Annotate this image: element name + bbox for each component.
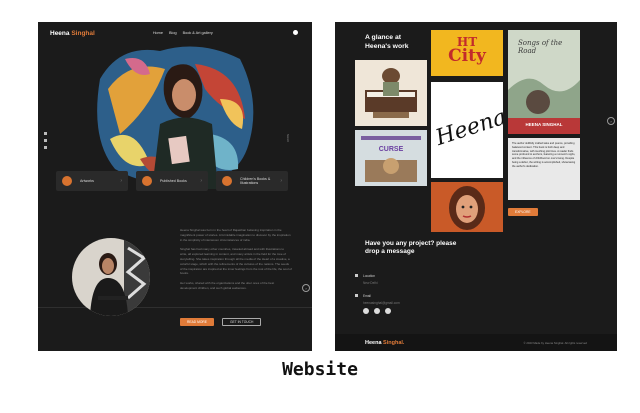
childrens-thumbnail (222, 176, 232, 186)
ht-city-feature[interactable]: HT City (431, 30, 503, 76)
footer-logo[interactable]: Heena Singhal. (365, 340, 404, 346)
hero-painting (97, 46, 254, 189)
card-label: Published Books (160, 178, 187, 183)
site-logo[interactable]: Heena Singhal (50, 30, 95, 37)
location-label: Location (363, 274, 376, 278)
about-actions: READ MORE GET IN TOUCH (180, 318, 262, 326)
piano-illustration[interactable] (355, 60, 427, 126)
facebook-icon[interactable] (44, 132, 47, 135)
email-info: Email heenasinghal@gmail.com (355, 294, 400, 305)
card-label: Artworks (80, 178, 94, 183)
scroll-top-icon[interactable]: › (302, 284, 310, 292)
signature-text: Heena (432, 104, 503, 151)
books-thumbnail (142, 176, 152, 186)
email-value[interactable]: heenasinghal@gmail.com (363, 301, 400, 305)
location-icon (355, 274, 358, 277)
instagram-icon[interactable] (44, 139, 47, 142)
about-paragraph: Her works, shared with the organizations… (180, 281, 275, 290)
scroll-indicator: Scroll (286, 134, 290, 142)
book-title: Songs of the Road (518, 39, 563, 55)
get-in-touch-button[interactable]: GET IN TOUCH (221, 318, 262, 326)
card-childrens-books[interactable]: Children's Books & Illustrations › (216, 171, 288, 191)
nav-home[interactable]: Home (153, 31, 163, 35)
curse-art (355, 130, 427, 186)
card-artworks[interactable]: Artworks › (56, 171, 128, 191)
copyright-text: © 2023 Made by Heena Singhal. All rights… (523, 340, 587, 345)
location-value: New Delhi (363, 281, 378, 285)
logo-first: Heena (50, 29, 70, 37)
scroll-top-icon[interactable]: › (607, 117, 615, 125)
section-title: A glance at Heena's work (365, 34, 409, 50)
caption: Website (282, 359, 358, 380)
book-author: HEENA SINGHAL (525, 122, 563, 127)
footer-socials (363, 308, 391, 314)
author-portrait (72, 238, 150, 316)
curse-title: CURSE (378, 146, 404, 153)
ht-city-line2: City (448, 46, 486, 66)
curse-illustration[interactable]: CURSE (355, 130, 427, 186)
footer-logo-first: Heena (365, 339, 382, 346)
instagram-icon[interactable] (374, 308, 380, 314)
read-more-button[interactable]: READ MORE (180, 318, 214, 326)
card-published-books[interactable]: Published Books › (136, 171, 208, 191)
about-paragraph: Heena Singhal was born in the heart of R… (180, 228, 291, 242)
linkedin-icon[interactable] (385, 308, 391, 314)
artworks-thumbnail (62, 176, 72, 186)
logo-last: Singhal (71, 29, 95, 37)
chevron-right-icon: › (200, 178, 202, 184)
review-quote-text: The author skillfully crafted tales and … (512, 142, 576, 168)
card-label: Children's Books & Illustrations (240, 176, 271, 185)
book-cover[interactable]: Songs of the Road HEENA SINGHAL (508, 30, 580, 134)
about-paragraph: Singhal has had many other countries, tr… (180, 247, 292, 276)
chevron-right-icon: › (120, 178, 122, 184)
gallery-page-screenshot: A glance at Heena's work HT City Songs o… (335, 22, 617, 351)
email-icon (355, 294, 358, 297)
facebook-icon[interactable] (363, 308, 369, 314)
explore-button[interactable]: EXPLORE (508, 208, 538, 216)
divider (38, 307, 312, 308)
email-label: Email (363, 294, 371, 298)
nav-links: Home Blog Book & Art gallery (153, 31, 213, 35)
site-footer: Heena Singhal. © 2023 Made by Heena Sing… (335, 334, 617, 351)
contact-heading: Have you any project? please drop a mess… (365, 240, 457, 256)
location-info: Location New Delhi (355, 274, 378, 285)
review-quote-card: The author skillfully crafted tales and … (508, 138, 580, 200)
chevron-right-icon: › (280, 178, 282, 184)
about-section: Heena Singhal was born in the heart of R… (180, 228, 292, 296)
social-links (44, 132, 47, 149)
homepage-screenshot: Heena Singhal Home Blog Book & Art galle… (38, 22, 312, 351)
category-cards: Artworks › Published Books › Children's … (56, 171, 288, 191)
nav-blog[interactable]: Blog (169, 31, 177, 35)
footer-logo-last: Singhal. (383, 339, 405, 346)
portrait-painting[interactable] (431, 182, 503, 232)
nav-gallery[interactable]: Book & Art gallery (183, 31, 213, 35)
theme-toggle-icon[interactable] (293, 30, 298, 35)
signature-artwork[interactable]: Heena (431, 82, 503, 178)
twitter-icon[interactable] (44, 146, 47, 149)
